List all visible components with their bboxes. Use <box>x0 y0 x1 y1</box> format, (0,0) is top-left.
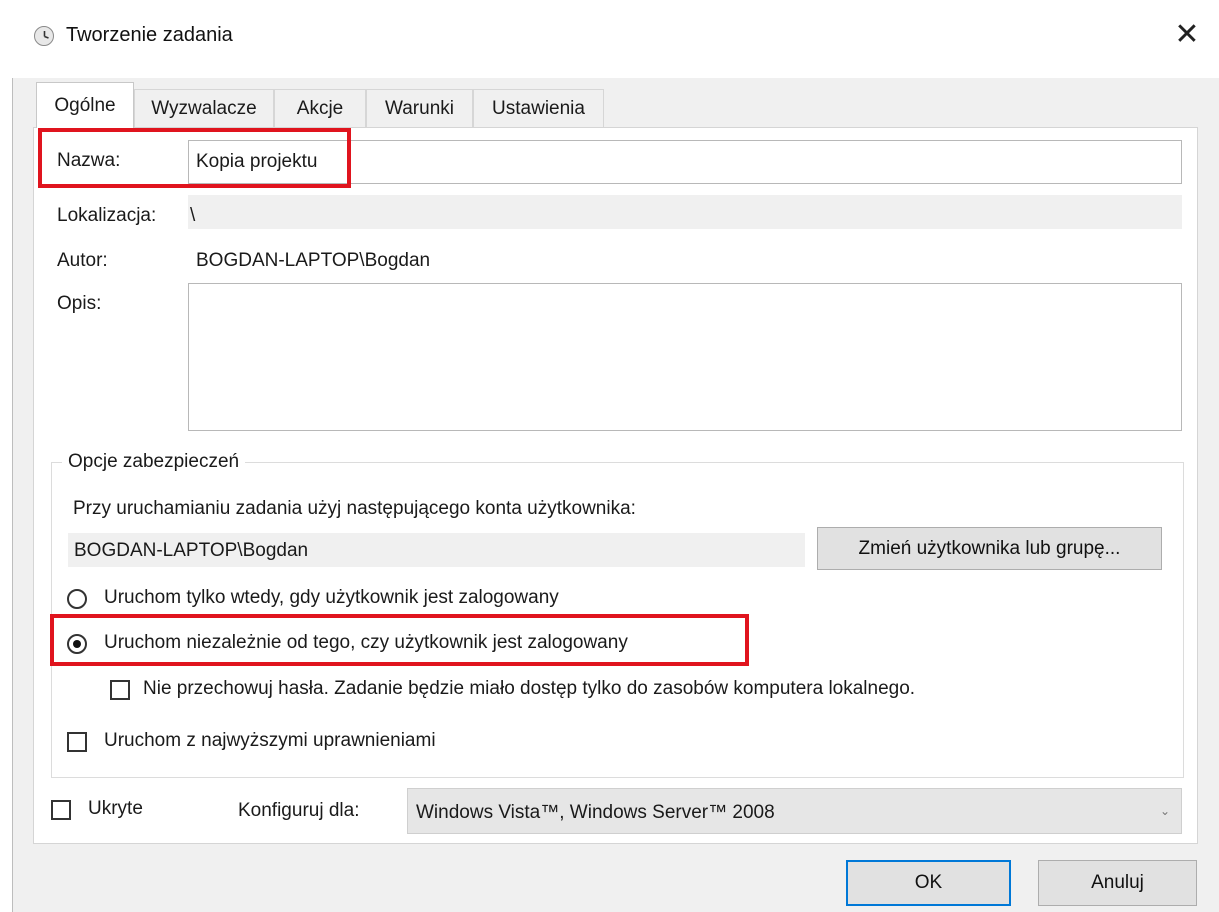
radio-selected-dot <box>73 640 81 648</box>
tab-conditions[interactable]: Warunki <box>366 89 473 127</box>
hidden-label[interactable]: Ukryte <box>88 798 143 820</box>
cancel-button[interactable]: Anuluj <box>1038 860 1197 906</box>
tab-actions[interactable]: Akcje <box>274 89 366 127</box>
radio-run-when-logged-on[interactable] <box>67 589 87 609</box>
radio-run-when-logged-on-label[interactable]: Uruchom tylko wtedy, gdy użytkownik jest… <box>104 587 559 609</box>
close-icon[interactable]: ✕ <box>1170 18 1204 52</box>
do-not-store-password-checkbox[interactable] <box>110 680 130 700</box>
author-value: BOGDAN-LAPTOP\Bogdan <box>196 250 431 271</box>
hidden-checkbox[interactable] <box>51 800 71 820</box>
radio-run-whether-logged-on-label[interactable]: Uruchom niezależnie od tego, czy użytkow… <box>104 632 628 654</box>
tab-triggers[interactable]: Wyzwalacze <box>134 89 274 127</box>
configure-for-select[interactable]: Windows Vista™, Windows Server™ 2008 ⌄ <box>407 788 1182 834</box>
window-title: Tworzenie zadania <box>66 24 233 46</box>
description-textarea[interactable] <box>188 283 1182 431</box>
radio-run-whether-logged-on[interactable] <box>67 634 87 654</box>
location-label: Lokalizacja: <box>57 205 157 226</box>
name-input[interactable] <box>188 140 1182 184</box>
highest-privileges-label[interactable]: Uruchom z najwyższymi uprawnieniami <box>104 730 436 752</box>
security-options-heading: Opcje zabezpieczeń <box>62 451 246 473</box>
tab-general[interactable]: Ogólne <box>36 82 134 128</box>
highest-privileges-checkbox[interactable] <box>67 732 87 752</box>
account-value: BOGDAN-LAPTOP\Bogdan <box>74 540 309 561</box>
account-prompt: Przy uruchamianiu zadania użyj następują… <box>73 498 636 519</box>
configure-for-value: Windows Vista™, Windows Server™ 2008 <box>416 802 775 823</box>
tab-settings[interactable]: Ustawienia <box>473 89 604 127</box>
location-value: \ <box>190 205 196 226</box>
name-input-value: Kopia projektu <box>196 151 318 172</box>
clock-icon <box>34 26 54 46</box>
chevron-down-icon: ⌄ <box>1160 804 1171 818</box>
configure-for-label: Konfiguruj dla: <box>238 800 360 821</box>
change-user-button[interactable]: Zmień użytkownika lub grupę... <box>817 527 1162 570</box>
location-field <box>188 195 1182 229</box>
description-label: Opis: <box>57 293 102 314</box>
ok-button[interactable]: OK <box>846 860 1011 906</box>
background-window-edge <box>0 0 13 912</box>
name-label: Nazwa: <box>57 150 121 171</box>
author-label: Autor: <box>57 250 108 271</box>
do-not-store-password-label[interactable]: Nie przechowuj hasła. Zadanie będzie mia… <box>143 678 915 700</box>
